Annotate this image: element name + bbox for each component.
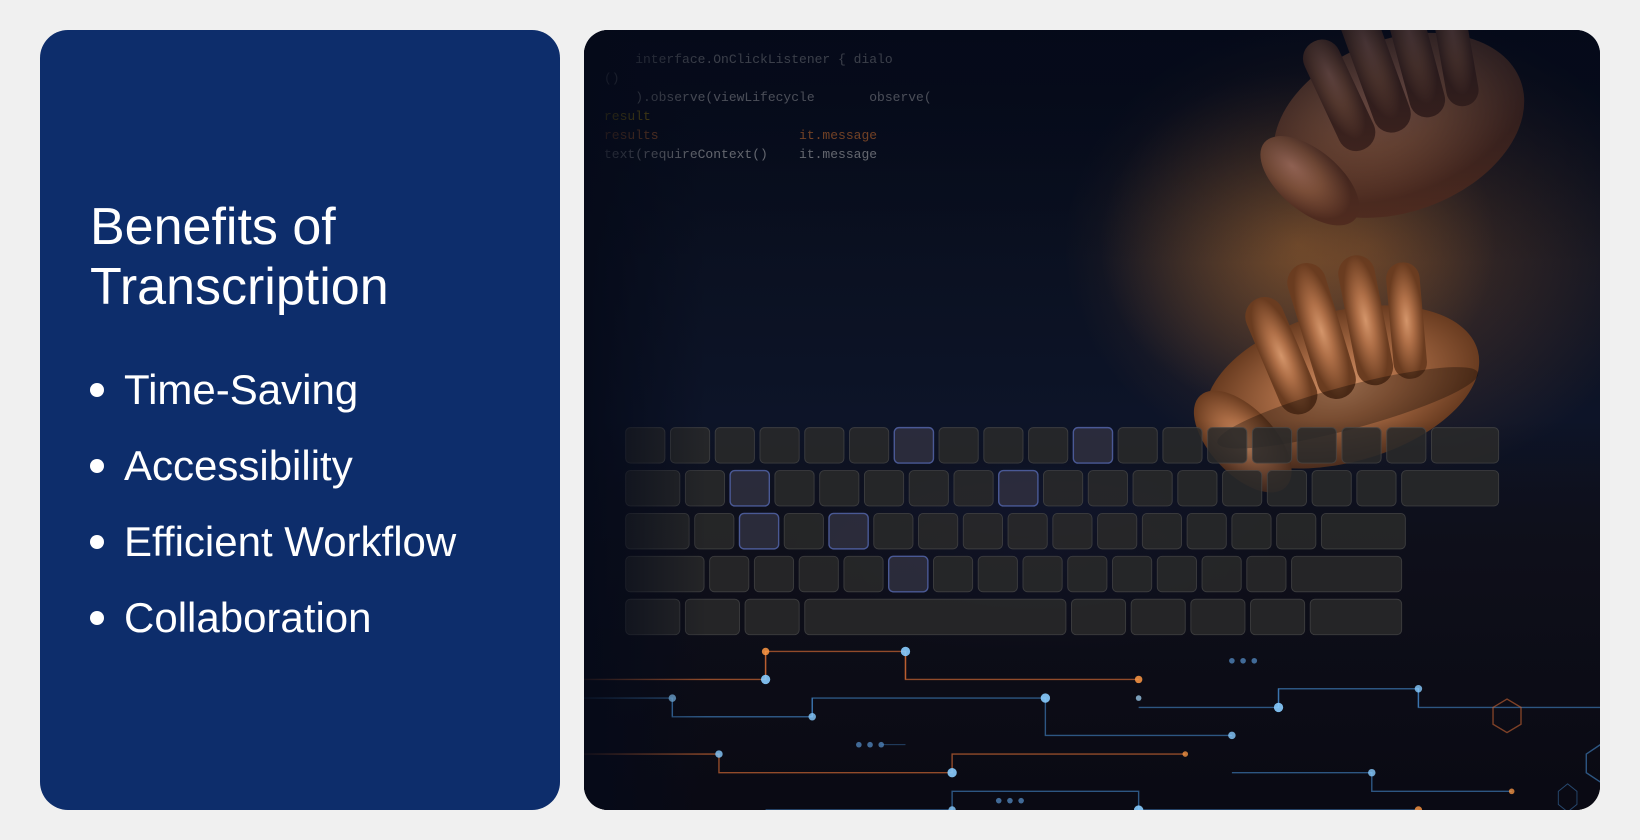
right-panel: interface.OnClickListener { dialo () ).o… [584,30,1600,810]
left-fade [584,30,706,810]
left-panel: Benefits of Transcription Time-Saving Ac… [40,30,560,810]
benefits-list: Time-Saving Accessibility Efficient Work… [90,366,510,642]
tech-background-image: interface.OnClickListener { dialo () ).o… [584,30,1600,810]
bullet-label-accessibility: Accessibility [124,442,353,490]
bullet-dot-icon [90,611,104,625]
top-fade [584,30,1600,264]
bullet-label-time-saving: Time-Saving [124,366,358,414]
list-item-collaboration: Collaboration [90,594,510,642]
bullet-dot-icon [90,535,104,549]
bullet-label-efficient-workflow: Efficient Workflow [124,518,456,566]
title-line-2: Transcription [90,258,510,318]
title-line-1: Benefits of [90,198,510,258]
list-item-time-saving: Time-Saving [90,366,510,414]
page-container: Benefits of Transcription Time-Saving Ac… [40,30,1600,810]
bullet-dot-icon [90,459,104,473]
title-block: Benefits of Transcription [90,198,510,318]
circuit-board-overlay [584,381,1600,810]
list-item-efficient-workflow: Efficient Workflow [90,518,510,566]
bullet-label-collaboration: Collaboration [124,594,372,642]
bullet-dot-icon [90,383,104,397]
list-item-accessibility: Accessibility [90,442,510,490]
